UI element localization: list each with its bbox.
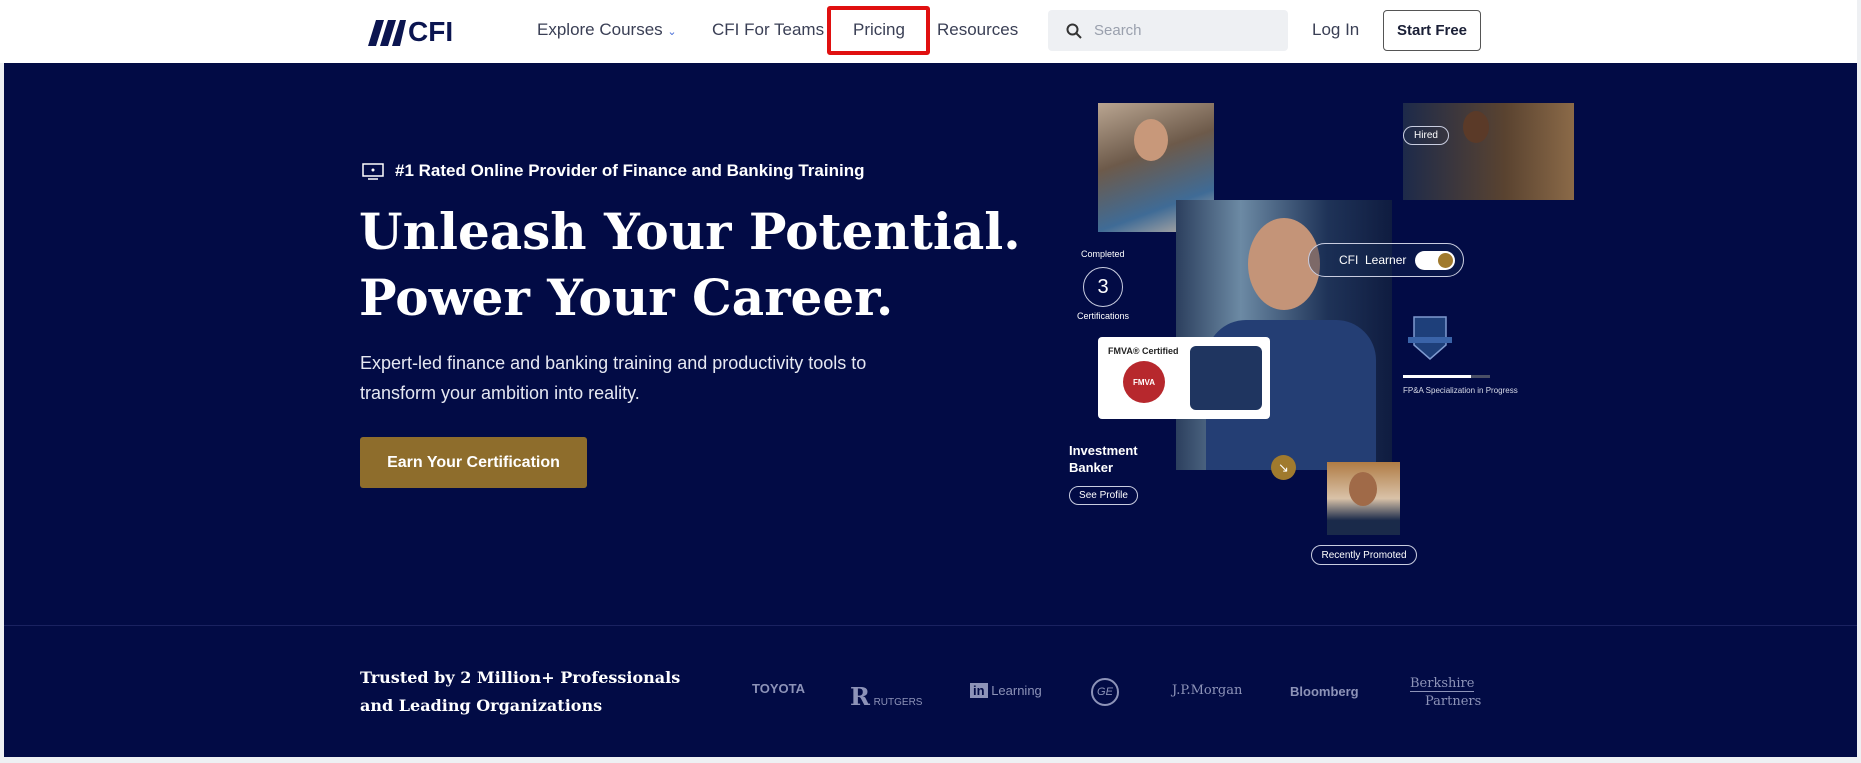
trusted-band [4,625,1857,757]
berkshire-logo: Berkshire [1410,676,1475,692]
cfi-learner-label: CFI Learner [1339,253,1407,267]
hired-pill: Hired [1403,126,1449,145]
completed-label: Completed [1081,249,1125,259]
nav-cfi-for-teams[interactable]: CFI For Teams [712,20,824,40]
specialization-progress-label: FP&A Specialization in Progress [1403,386,1518,395]
learning-text: Learning [991,683,1042,698]
cfi-logo-icon [368,20,406,46]
certifications-label: Certifications [1077,311,1130,321]
specialization-shield-icon [1408,316,1452,360]
main-man-photo [1176,200,1392,470]
role-line-1: Investment [1069,443,1138,458]
login-link[interactable]: Log In [1312,20,1359,40]
nav-pricing[interactable]: Pricing [853,20,905,40]
monitor-icon [362,163,384,180]
search-placeholder: Search [1094,22,1142,39]
hero-headline-1: Unleash Your Potential. [359,202,1021,261]
trusted-line-1: Trusted by 2 Million+ Professionals [360,668,681,687]
nav-explore-courses[interactable]: Explore Courses ⌄ [537,20,677,40]
cfi-learner-toggle[interactable]: CFI Learner [1308,243,1464,277]
linkedin-learning-logo: in Learning [970,683,1042,698]
hero-tagline: #1 Rated Online Provider of Finance and … [395,161,865,180]
recently-promoted-pill: Recently Promoted [1311,545,1417,565]
trusted-line-2: and Leading Organizations [360,696,603,715]
toggle-switch[interactable] [1415,251,1455,270]
cfi-logo[interactable]: CFI [362,16,453,48]
partners-logo: Partners [1425,694,1482,709]
fmva-certified-label: FMVA® Certified [1108,346,1179,356]
role-line-2: Banker [1069,460,1114,475]
earn-certification-button[interactable]: Earn Your Certification [360,437,587,488]
specialization-progress-bar [1403,375,1490,378]
fmva-card: FMVA® Certified FMVA [1098,337,1270,419]
start-free-button[interactable]: Start Free [1383,10,1481,51]
chevron-down-icon: ⌄ [667,26,677,38]
rutgers-text: RUTGERS [873,697,923,708]
logo-text: CFI [408,16,454,47]
hero-subtitle-2: transform your ambition into reality. [360,383,640,403]
promoted-man-photo [1327,462,1400,535]
search-icon [1066,23,1082,39]
hero-headline-2: Power Your Career. [359,268,894,327]
see-profile-button[interactable]: See Profile [1069,486,1138,505]
top-nav: CFI Explore Courses ⌄ CFI For Teams Pric… [0,0,1857,63]
nav-label: Explore Courses [537,20,663,39]
search-input[interactable]: Search [1048,10,1288,51]
man-hired-photo [1403,103,1574,200]
toyota-logo: TOYOTA [752,681,805,696]
cert-count-circle: 3 [1083,267,1123,307]
hero-subtitle-1: Expert-led finance and banking training … [360,353,867,373]
rutgers-logo: R RUTGERS [850,682,923,711]
ge-logo: GE [1091,678,1119,706]
fmva-badge-icon: FMVA [1123,361,1165,403]
bloomberg-logo: Bloomberg [1290,684,1359,699]
nav-resources[interactable]: Resources [937,20,1018,40]
hero-section [4,63,1857,625]
arrow-down-right-icon[interactable]: ↘ [1271,455,1296,480]
jpmorgan-logo: J.P.Morgan [1172,683,1243,698]
